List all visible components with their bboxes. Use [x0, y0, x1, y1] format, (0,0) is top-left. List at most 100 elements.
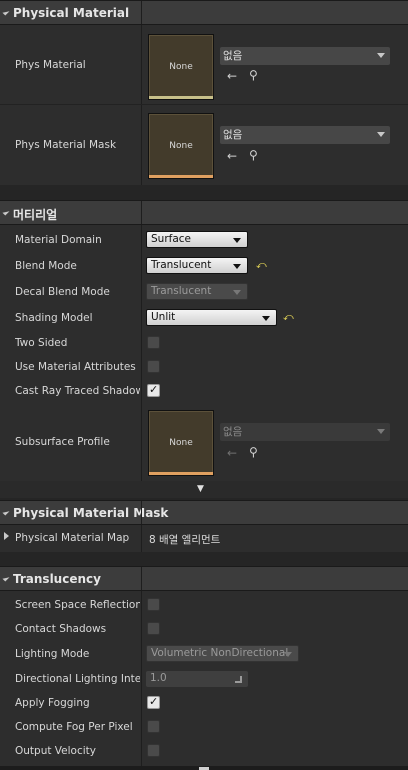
property-label: Use Material Attributes	[15, 361, 136, 373]
asset-type-bar	[149, 96, 213, 99]
property-label: Physical Material Map	[15, 532, 130, 544]
asset-picker-value: 없음	[223, 129, 243, 141]
asset-picker-value: 없음	[223, 426, 243, 438]
property-row-physical-material-map: Physical Material Map 8 배열 엘리먼트	[0, 525, 408, 552]
dropdown-value: Volumetric NonDirectional	[151, 647, 289, 659]
browse-asset-icon[interactable]: ⚲	[249, 68, 258, 82]
reset-to-default-icon[interactable]: ⤺	[256, 260, 267, 271]
category-physical-material[interactable]: Physical Material	[0, 0, 408, 25]
use-selected-asset-icon: ←	[227, 446, 238, 460]
material-properties: Material Domain Surface Blend Mode Trans…	[0, 225, 408, 481]
asset-type-bar	[149, 472, 213, 475]
property-label: Two Sided	[15, 337, 68, 349]
chevron-down-icon	[233, 238, 241, 243]
apply-fogging-checkbox[interactable]	[147, 695, 160, 709]
asset-thumbnail[interactable]: None	[148, 34, 214, 100]
column-splitter[interactable]	[141, 25, 142, 104]
property-label: Compute Fog Per Pixel	[15, 721, 133, 733]
chevron-down-icon	[377, 132, 385, 137]
chevron-down-icon	[262, 316, 270, 321]
asset-picker-value: 없음	[223, 50, 243, 62]
expand-arrow-icon: ▼	[197, 484, 204, 494]
property-label: Phys Material Mask	[15, 139, 117, 151]
property-label: Blend Mode	[15, 260, 77, 272]
thumbnail-label: None	[169, 438, 193, 448]
column-splitter[interactable]	[141, 501, 142, 524]
chevron-down-icon	[233, 264, 241, 269]
chevron-down-icon	[377, 429, 385, 434]
decal-blend-mode-dropdown: Translucent	[146, 283, 248, 300]
expand-array-icon[interactable]	[4, 532, 9, 540]
translucency-properties: Screen Space Reflections Contact Shadows…	[0, 591, 408, 766]
asset-picker-dropdown: 없음	[220, 423, 390, 441]
column-splitter[interactable]	[141, 105, 142, 185]
use-selected-asset-icon[interactable]: ←	[227, 69, 237, 83]
property-row-phys-material-mask: Phys Material Mask None 없음 ← ⚲	[0, 104, 408, 185]
reset-to-default-icon[interactable]: ⤺	[283, 312, 294, 323]
asset-thumbnail[interactable]: None	[148, 113, 214, 179]
compute-fog-per-pixel-checkbox[interactable]	[147, 720, 160, 733]
asset-thumbnail[interactable]: None	[148, 410, 214, 476]
chevron-down-icon	[284, 652, 292, 657]
column-splitter[interactable]	[141, 201, 142, 224]
property-label: Material Domain	[15, 234, 102, 246]
use-selected-asset-icon[interactable]: ←	[227, 149, 237, 163]
screen-space-reflections-checkbox[interactable]	[147, 598, 160, 611]
use-material-attributes-checkbox[interactable]	[147, 360, 160, 373]
category-title: 머티리얼	[13, 208, 58, 222]
shading-model-dropdown[interactable]: Unlit	[146, 309, 277, 326]
contact-shadows-checkbox[interactable]	[147, 622, 160, 635]
property-label: Contact Shadows	[15, 623, 107, 635]
array-count: 8 배열 엘리먼트	[149, 534, 221, 546]
dropdown-value: Unlit	[151, 311, 176, 323]
property-label: Screen Space Reflections	[15, 599, 140, 611]
column-splitter[interactable]	[141, 225, 142, 481]
property-label: Apply Fogging	[15, 697, 90, 709]
cast-ray-traced-shadow-checkbox[interactable]	[147, 383, 160, 397]
asset-picker-dropdown[interactable]: 없음	[220, 47, 390, 65]
property-label: Lighting Mode	[15, 648, 90, 660]
collapse-arrow-icon[interactable]	[2, 208, 10, 216]
output-velocity-checkbox[interactable]	[147, 744, 160, 757]
category-material[interactable]: 머티리얼	[0, 200, 408, 225]
column-splitter[interactable]	[141, 567, 142, 590]
material-domain-dropdown[interactable]: Surface	[146, 231, 248, 248]
collapse-arrow-icon[interactable]	[2, 574, 10, 582]
thumbnail-label: None	[169, 62, 193, 72]
advanced-expander[interactable]: ▼	[0, 481, 408, 498]
browse-asset-icon[interactable]: ⚲	[249, 445, 258, 459]
category-title: Translucency	[13, 572, 101, 586]
chevron-down-icon	[233, 290, 241, 295]
asset-type-bar	[149, 175, 213, 178]
column-splitter[interactable]	[141, 591, 142, 766]
dropdown-value: Translucent	[151, 285, 212, 297]
category-physical-material-mask[interactable]: Physical Material Mask	[0, 500, 408, 525]
directional-lighting-intensity-field: 1.0	[146, 671, 248, 687]
blend-mode-dropdown[interactable]: Translucent	[146, 257, 248, 274]
property-label: Output Velocity	[15, 745, 97, 757]
property-label: Directional Lighting Inten	[15, 673, 140, 685]
category-title: Physical Material Mask	[13, 506, 169, 520]
dropdown-value: Translucent	[151, 259, 212, 271]
property-label: Phys Material	[15, 59, 86, 71]
property-label: Subsurface Profile	[15, 436, 110, 448]
chevron-down-icon	[377, 53, 385, 58]
resize-handle-icon	[235, 676, 242, 683]
thumbnail-label: None	[169, 141, 193, 151]
category-translucency[interactable]: Translucency	[0, 566, 408, 591]
bottom-edge	[0, 766, 408, 770]
two-sided-checkbox[interactable]	[147, 336, 160, 349]
collapse-arrow-icon[interactable]	[2, 508, 10, 516]
dropdown-value: Surface	[151, 233, 192, 245]
column-splitter[interactable]	[141, 1, 142, 24]
property-label: Shading Model	[15, 312, 93, 324]
property-label: Decal Blend Mode	[15, 286, 110, 298]
lighting-mode-dropdown: Volumetric NonDirectional	[146, 645, 299, 662]
collapse-arrow-icon[interactable]	[2, 8, 10, 16]
browse-asset-icon[interactable]: ⚲	[249, 148, 258, 162]
property-row-phys-material: Phys Material None 없음 ← ⚲	[0, 25, 408, 104]
asset-picker-dropdown[interactable]: 없음	[220, 126, 390, 144]
category-title: Physical Material	[13, 6, 130, 20]
column-splitter[interactable]	[141, 525, 142, 552]
numeric-value: 1.0	[150, 672, 167, 684]
